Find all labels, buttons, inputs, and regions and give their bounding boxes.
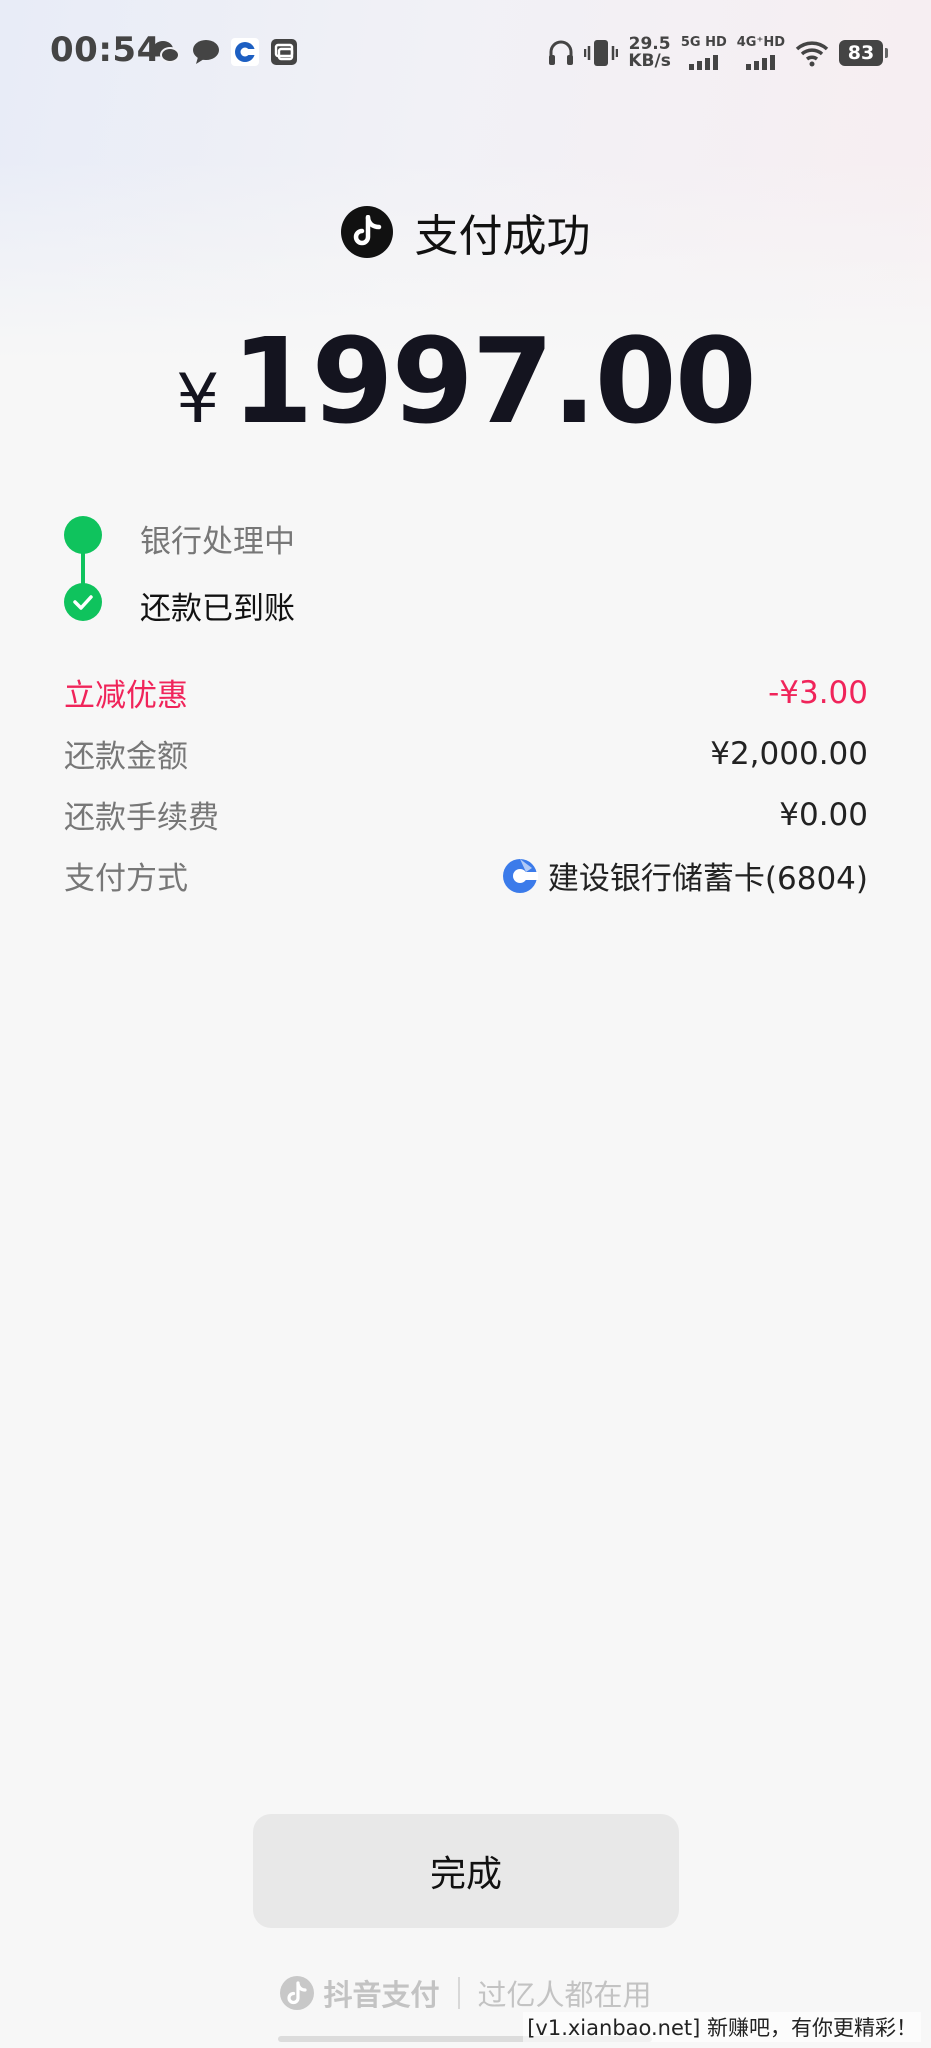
footer-brand-text: 抖音支付 <box>323 1978 440 2012</box>
payment-amount: ¥ 1997.00 <box>0 312 931 450</box>
detail-key: 支付方式 <box>64 861 188 897</box>
sim2-signal: 4G⁺HD <box>737 36 785 70</box>
detail-value: -¥3.00 <box>768 674 868 711</box>
detail-value: ¥0.00 <box>779 796 868 833</box>
detail-key: 还款手续费 <box>64 800 219 836</box>
amount-value: 1997.00 <box>231 312 756 450</box>
watermark-text: [v1.xianbao.net] 新赚吧，有你更精彩！ <box>523 2012 921 2042</box>
sim1-signal: 5G HD <box>681 36 727 70</box>
battery-indicator: 83 <box>839 40 888 66</box>
detail-row-payment-method: 支付方式 建设银行储蓄卡(6804) <box>64 845 868 906</box>
signal-bars-icon <box>746 54 776 70</box>
check-circle-icon <box>64 583 102 621</box>
ccb-bank-icon <box>231 38 259 66</box>
wifi-icon <box>795 41 829 67</box>
gallery-icon <box>271 39 297 65</box>
signal-bars-icon <box>689 54 719 70</box>
wechat-icon <box>153 41 180 63</box>
timeline-step-label: 银行处理中 <box>140 524 295 560</box>
page-title: 支付成功 <box>414 211 591 262</box>
footer-brand: 抖音支付 <box>279 1972 440 2014</box>
footer-slogan: 过亿人都在用 <box>477 1978 652 2012</box>
detail-row-repayment-amount: 还款金额 ¥2,000.00 <box>64 723 868 784</box>
status-bar: 00:54 29.5 KB/s 5G HD 4G⁺HD 83 <box>0 0 931 104</box>
ccb-bank-icon <box>502 858 538 893</box>
network-speed: 29.5 KB/s <box>628 36 670 70</box>
footer: 抖音支付 过亿人都在用 <box>0 1972 931 2014</box>
headphones-icon <box>549 40 574 65</box>
status-time: 00:54 <box>50 30 161 70</box>
douyin-icon <box>340 206 393 258</box>
sim2-label: 4G⁺HD <box>736 35 785 50</box>
sim1-label: 5G HD <box>680 35 727 50</box>
result-header: 支付成功 <box>0 200 931 264</box>
detail-key: 立减优惠 <box>64 678 188 714</box>
detail-value: ¥2,000.00 <box>710 735 868 772</box>
payment-method-text: 建设银行储蓄卡(6804) <box>547 861 868 897</box>
vibrate-icon <box>584 40 619 66</box>
speed-unit: KB/s <box>628 51 671 71</box>
message-icon <box>193 40 219 64</box>
detail-row-discount: 立减优惠 -¥3.00 <box>64 662 868 723</box>
done-button[interactable]: 完成 <box>253 1814 679 1928</box>
status-right: 29.5 KB/s 5G HD 4G⁺HD 83 <box>548 30 888 76</box>
payment-details: 立减优惠 -¥3.00 还款金额 ¥2,000.00 还款手续费 ¥0.00 支… <box>64 662 868 906</box>
currency-symbol: ¥ <box>176 360 220 439</box>
timeline-step-label: 还款已到账 <box>140 591 295 627</box>
detail-value-payment-method: 建设银行储蓄卡(6804) <box>502 853 868 898</box>
timeline-dot <box>64 516 102 554</box>
battery-level: 83 <box>847 42 875 64</box>
detail-row-fee: 还款手续费 ¥0.00 <box>64 784 868 845</box>
douyin-pay-icon <box>280 1976 315 2010</box>
footer-divider <box>457 1977 460 2009</box>
detail-key: 还款金额 <box>64 739 188 775</box>
